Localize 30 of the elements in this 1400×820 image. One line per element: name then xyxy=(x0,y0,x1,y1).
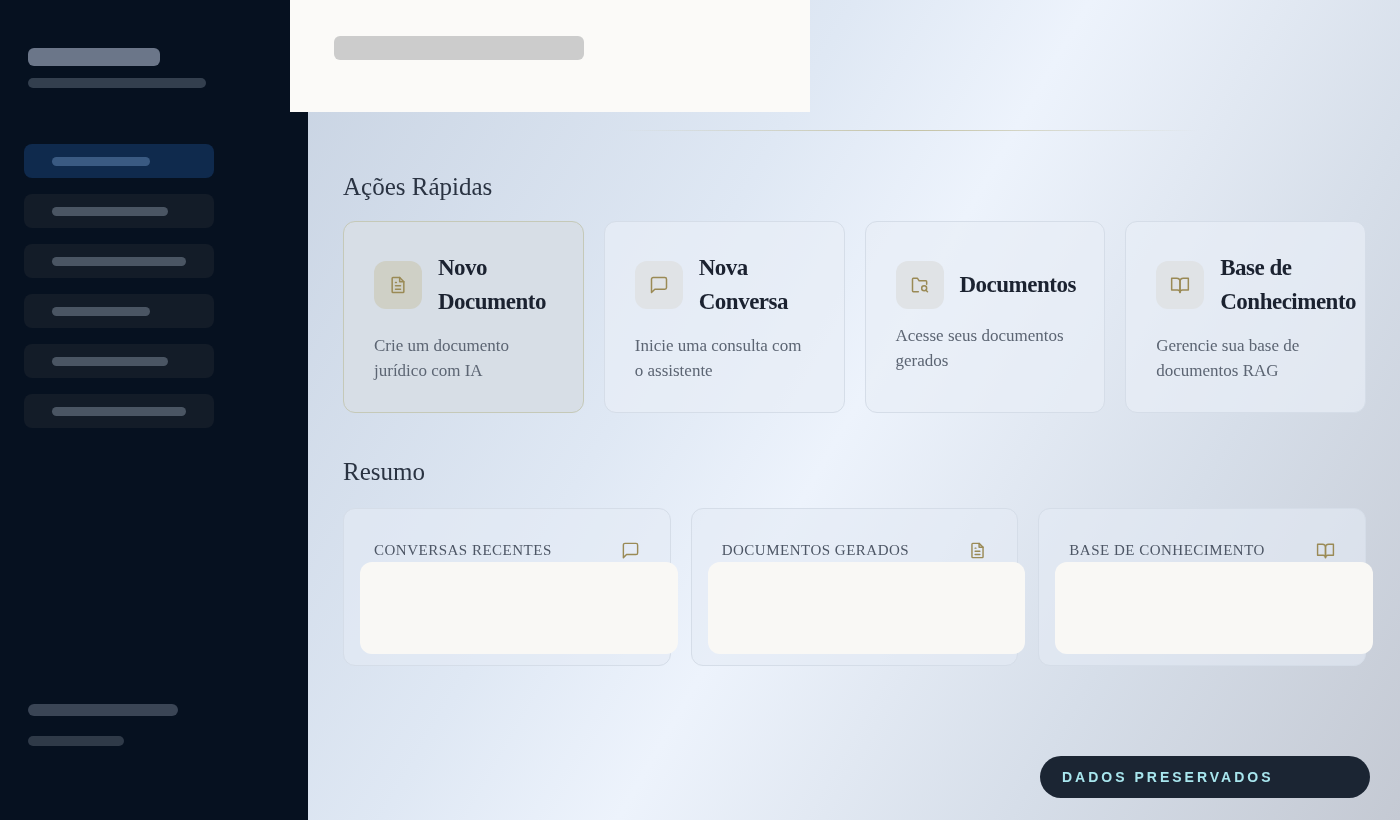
sidebar-item[interactable] xyxy=(24,344,214,378)
card-title: Novo Documento xyxy=(438,254,547,316)
sidebar-item[interactable] xyxy=(24,194,214,228)
action-card[interactable]: Base de Conhecimento Gerencie sua base de documentos RAG xyxy=(1125,221,1366,413)
card-description: Crie um documento jurídico com IA xyxy=(374,335,511,382)
card-title: Base de Conhecimento xyxy=(1220,254,1357,316)
summary-label: CONVERSAS RECENTES xyxy=(374,541,552,560)
card-description: Inicie uma consulta com o assistente xyxy=(634,335,803,382)
book-icon xyxy=(1316,540,1335,560)
section-heading: Resumo xyxy=(343,459,426,484)
sidebar-item[interactable] xyxy=(24,394,214,428)
card-description: Gerencie sua base de documentos RAG xyxy=(1156,335,1301,382)
action-card[interactable]: Nova Conversa Inicie uma consulta com o assistente xyxy=(603,221,845,413)
action-card[interactable]: Documentos Acesse seus documentos gerados xyxy=(864,221,1106,413)
summary-label: DOCUMENTOS GERADOS xyxy=(721,541,910,560)
sidebar-item[interactable] xyxy=(24,244,214,278)
sidebar-item[interactable] xyxy=(24,144,214,178)
card-description: Acesse seus documentos gerados xyxy=(895,325,1065,372)
status-badge: DADOS PRESERVADOS xyxy=(1040,756,1370,798)
book-icon xyxy=(1170,275,1191,295)
folder-search-icon xyxy=(909,275,930,295)
card-title: Documentos xyxy=(959,271,1076,299)
summary-label: BASE DE CONHECIMENTO xyxy=(1069,541,1265,560)
document-icon xyxy=(388,275,408,295)
section-heading: Ações Rápidas xyxy=(343,174,494,199)
chat-icon xyxy=(620,540,640,560)
sidebar-item[interactable] xyxy=(24,294,214,328)
action-card[interactable]: Novo Documento Crie um documento jurídico com IA xyxy=(343,221,584,413)
chat-icon xyxy=(648,275,669,295)
card-title: Nova Conversa xyxy=(698,254,790,316)
